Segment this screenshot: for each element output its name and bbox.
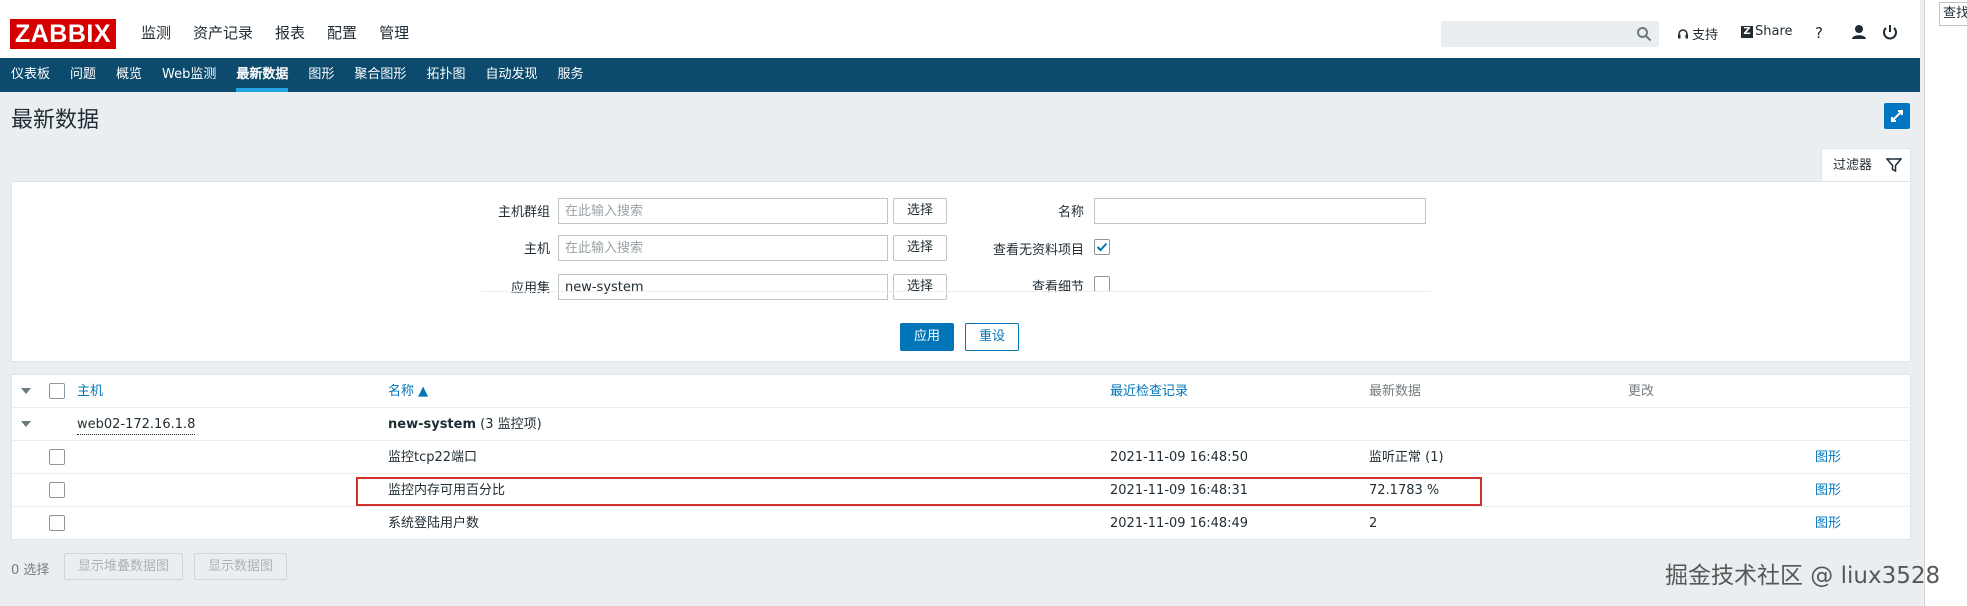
user-profile-icon[interactable]	[1849, 22, 1869, 42]
show-details-label: 查看细节	[1031, 280, 1084, 295]
item-count: (3 监控项)	[480, 417, 542, 432]
help-link[interactable]: ?	[1815, 24, 1823, 42]
hosts-select-button[interactable]: 选择	[893, 235, 947, 261]
subnav-maps[interactable]: 拓扑图	[416, 58, 475, 92]
selected-count: 0 选择	[11, 563, 50, 578]
subnav-screens[interactable]: 聚合图形	[344, 58, 416, 92]
item-name: 系统登陆用户数	[388, 516, 480, 531]
item-name: 监控tcp22端口	[388, 450, 478, 465]
mainnav-inventory[interactable]: 资产记录	[182, 0, 264, 58]
expand-icon	[1891, 110, 1903, 122]
mainnav-administration[interactable]: 管理	[368, 0, 420, 58]
header-last-value: 最新数据	[1369, 384, 1422, 399]
host-cell: web02-172.16.1.8	[77, 408, 196, 441]
table-group-row: web02-172.16.1.8 new-system (3 监控项)	[12, 408, 1910, 441]
mainnav-configuration[interactable]: 配置	[316, 0, 368, 58]
subnav-web[interactable]: Web监测	[152, 58, 226, 92]
mainnav-monitoring[interactable]: 监测	[130, 0, 182, 58]
mainnav-reports[interactable]: 报表	[264, 0, 316, 58]
application-input[interactable]	[558, 274, 888, 300]
select-all-checkbox[interactable]	[49, 383, 65, 399]
show-without-data-label: 查看无资料项目	[992, 243, 1084, 258]
share-label: Share	[1755, 24, 1793, 39]
table-row: 系统登陆用户数 2021-11-09 16:48:49 2 图形	[12, 507, 1910, 540]
host-groups-label: 主机群组	[497, 205, 550, 220]
side-search-stub[interactable]: 查找	[1939, 2, 1967, 26]
checkmark-icon	[1096, 242, 1108, 252]
collapse-all-toggle-icon[interactable]	[21, 388, 31, 394]
show-details-checkbox[interactable]	[1094, 276, 1110, 292]
item-last-check: 2021-11-09 16:48:49	[1110, 516, 1249, 531]
table-row: 监控tcp22端口 2021-11-09 16:48:50 监听正常 (1) 图…	[12, 441, 1910, 474]
application-cell: new-system (3 监控项)	[388, 408, 542, 441]
subnav-latest-data[interactable]: 最新数据	[226, 58, 298, 92]
item-last-value: 监听正常 (1)	[1369, 450, 1444, 465]
application-label: 应用集	[510, 281, 550, 296]
reset-button[interactable]: 重设	[965, 323, 1019, 351]
subnav-overview[interactable]: 概览	[106, 58, 152, 92]
zabbix-logo[interactable]: ZABBIX	[10, 19, 116, 49]
global-search-input[interactable]	[1442, 22, 1622, 46]
graph-link[interactable]: 图形	[1815, 441, 1841, 474]
filter-divider	[481, 291, 1431, 292]
sub-nav: 仪表板 问题 概览 Web监测 最新数据 图形 聚合图形 拓扑图 自动发现 服务	[0, 58, 1920, 92]
show-without-data-checkbox[interactable]	[1094, 239, 1110, 255]
share-link[interactable]: Z Share	[1741, 24, 1793, 39]
support-link[interactable]: 支持	[1677, 24, 1718, 43]
subnav-dashboard[interactable]: 仪表板	[1, 58, 60, 92]
highlight-annotation-box	[356, 477, 1482, 506]
item-last-check: 2021-11-09 16:48:50	[1110, 450, 1249, 465]
application-name: new-system	[388, 417, 477, 432]
side-panel-edge: 查找	[1924, 0, 1967, 606]
filter-tab-label: 过滤器	[1833, 158, 1873, 173]
filter-icon	[1886, 158, 1902, 173]
subnav-problems[interactable]: 问题	[60, 58, 106, 92]
host-groups-select-button[interactable]: 选择	[893, 198, 947, 224]
top-header: ZABBIX 监测 资产记录 报表 配置 管理 支持 Z Share ?	[0, 0, 1920, 58]
graph-link[interactable]: 图形	[1815, 474, 1841, 507]
stacked-graph-button[interactable]: 显示堆叠数据图	[64, 553, 183, 580]
global-search[interactable]	[1441, 21, 1659, 47]
subnav-services[interactable]: 服务	[547, 58, 593, 92]
filter-tab[interactable]: 过滤器	[1821, 148, 1911, 182]
header-host[interactable]: 主机	[77, 375, 103, 408]
power-icon[interactable]	[1880, 22, 1900, 42]
application-select-button[interactable]: 选择	[893, 274, 947, 300]
row-checkbox[interactable]	[49, 515, 65, 531]
graph-link[interactable]: 图形	[1815, 507, 1841, 540]
watermark-text: 掘金技术社区 @ liux3528	[1665, 563, 1941, 589]
support-label: 支持	[1692, 28, 1719, 43]
subnav-graphs[interactable]: 图形	[298, 58, 344, 92]
group-toggle-icon[interactable]	[21, 421, 31, 427]
page-title: 最新数据	[11, 108, 100, 133]
fullscreen-button[interactable]	[1884, 103, 1910, 129]
latest-data-table: 主机 名称 ▲ 最近检查记录 最新数据 更改 web02-172.16.1.8 …	[11, 374, 1911, 540]
row-checkbox[interactable]	[49, 449, 65, 465]
header-name[interactable]: 名称 ▲	[388, 375, 428, 408]
row-checkbox[interactable]	[49, 482, 65, 498]
name-input[interactable]	[1094, 198, 1426, 224]
hosts-input[interactable]	[558, 235, 888, 261]
table-header-row: 主机 名称 ▲ 最近检查记录 最新数据 更改	[12, 375, 1910, 408]
header-change: 更改	[1628, 384, 1655, 399]
share-icon: Z	[1741, 25, 1753, 38]
name-label: 名称	[1057, 205, 1084, 220]
item-last-value: 2	[1369, 516, 1378, 531]
header-last-check[interactable]: 最近检查记录	[1110, 375, 1188, 408]
headset-icon	[1678, 28, 1688, 38]
hosts-label: 主机	[523, 242, 550, 257]
subnav-discovery[interactable]: 自动发现	[475, 58, 547, 92]
host-groups-input[interactable]	[558, 198, 888, 224]
host-link[interactable]: web02-172.16.1.8	[77, 416, 196, 435]
main-nav: 监测 资产记录 报表 配置 管理	[130, 0, 420, 58]
help-icon: ?	[1815, 24, 1823, 42]
apply-button[interactable]: 应用	[900, 323, 954, 351]
graph-button[interactable]: 显示数据图	[194, 553, 287, 580]
search-icon[interactable]	[1636, 26, 1652, 42]
